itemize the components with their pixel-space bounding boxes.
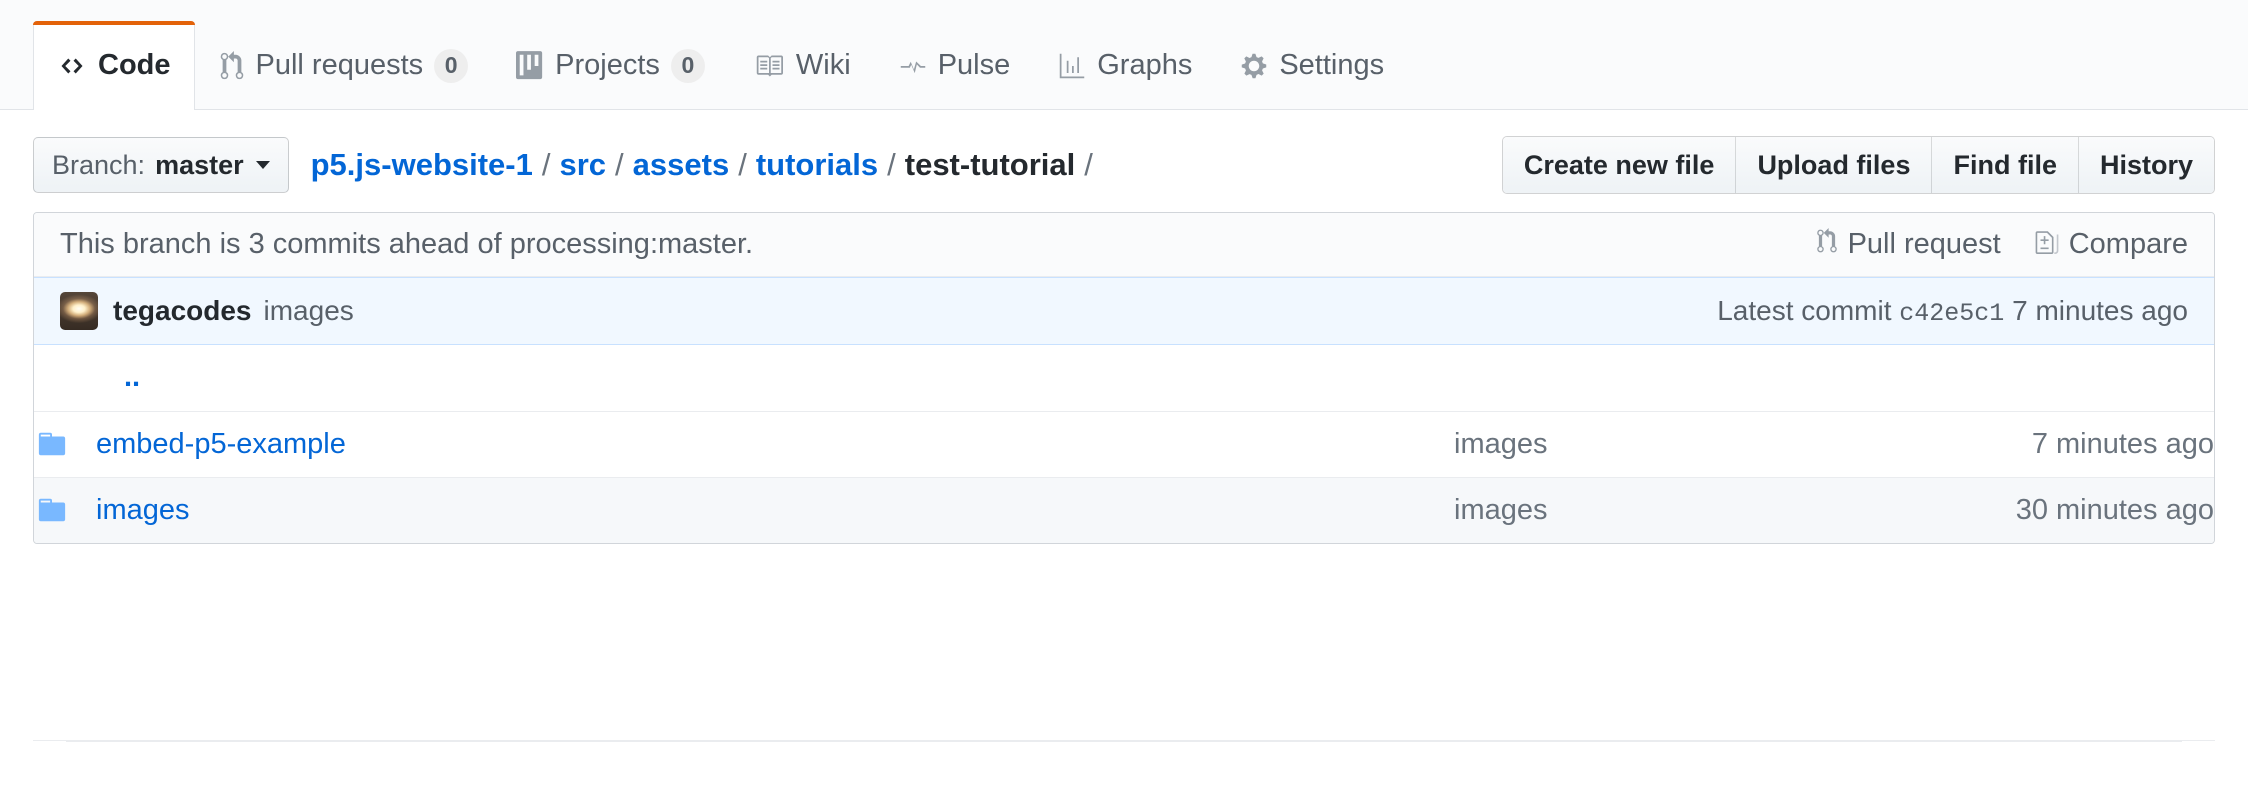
file-navigation-bar: Branch: master p5.js-website-1 / src / a… — [0, 110, 2248, 194]
tab-pulse-label: Pulse — [938, 49, 1011, 82]
empty-message-cell — [1454, 345, 1884, 411]
parent-directory-link[interactable]: .. — [124, 361, 140, 393]
table-row[interactable]: embed-p5-example images 7 minutes ago — [34, 411, 2214, 477]
folder-icon — [34, 495, 96, 525]
tab-pull-requests-label: Pull requests — [256, 49, 424, 82]
commit-message-link[interactable]: images — [264, 295, 354, 327]
projects-counter: 0 — [671, 49, 705, 83]
branch-prefix-label: Branch: — [52, 150, 145, 181]
tab-settings[interactable]: Settings — [1216, 21, 1408, 109]
folder-icon — [34, 429, 96, 459]
branch-name-label: master — [155, 150, 244, 181]
branch-status-bar: This branch is 3 commits ahead of proces… — [34, 213, 2214, 277]
commit-sha-link[interactable]: c42e5c1 — [1899, 299, 2004, 328]
breadcrumb-link-assets[interactable]: assets — [633, 147, 730, 183]
empty-age-cell — [1884, 345, 2214, 411]
pulse-icon — [899, 52, 927, 80]
tab-projects-label: Projects — [555, 49, 660, 82]
branch-select-button[interactable]: Branch: master — [33, 137, 289, 193]
tab-wiki[interactable]: Wiki — [729, 21, 875, 109]
git-pull-request-icon — [219, 51, 245, 81]
breadcrumb-repo-link[interactable]: p5.js-website-1 — [311, 147, 533, 183]
compare-link[interactable]: Compare — [2035, 228, 2188, 262]
file-commit-message: images — [1454, 411, 1884, 477]
latest-commit-row: tegacodes images Latest commit c42e5c1 7… — [34, 277, 2214, 345]
repo-nav-tabs: Code Pull requests 0 Projects 0 Wiki — [33, 0, 2248, 109]
breadcrumb-separator: / — [887, 147, 896, 183]
table-row[interactable]: images images 30 minutes ago — [34, 477, 2214, 543]
file-age: 30 minutes ago — [1884, 477, 2214, 543]
breadcrumb-separator: / — [615, 147, 624, 183]
gear-icon — [1240, 52, 1268, 80]
git-pull-request-icon — [1816, 228, 1838, 262]
commit-author-link[interactable]: tegacodes — [113, 295, 252, 327]
latest-commit-meta: Latest commit c42e5c1 7 minutes ago — [1717, 295, 2188, 328]
table-row[interactable]: .. — [34, 345, 2214, 411]
tab-wiki-label: Wiki — [796, 49, 851, 82]
file-age: 7 minutes ago — [1884, 411, 2214, 477]
repo-nav: Code Pull requests 0 Projects 0 Wiki — [0, 0, 2248, 110]
code-icon — [57, 54, 87, 78]
breadcrumb-separator: / — [1084, 147, 1093, 183]
chevron-down-icon — [256, 161, 270, 169]
breadcrumb: p5.js-website-1 / src / assets / tutoria… — [311, 147, 1102, 183]
compare-label: Compare — [2069, 228, 2188, 261]
parent-directory-cell: .. — [96, 345, 1454, 411]
tab-graphs-label: Graphs — [1097, 49, 1192, 82]
file-table: .. embed-p5-example images 7 minutes ago — [34, 345, 2214, 543]
bar-chart-icon — [1058, 52, 1086, 80]
page-divider — [33, 740, 2215, 742]
tab-graphs[interactable]: Graphs — [1034, 21, 1216, 109]
file-list-container: This branch is 3 commits ahead of proces… — [33, 212, 2215, 544]
create-new-file-button[interactable]: Create new file — [1503, 137, 1736, 193]
up-icon-cell — [34, 345, 96, 411]
tab-pull-requests[interactable]: Pull requests 0 — [195, 21, 493, 109]
project-board-icon — [516, 51, 544, 81]
latest-commit-label: Latest commit — [1717, 295, 1891, 326]
commit-age: 7 minutes ago — [2012, 295, 2188, 326]
tab-settings-label: Settings — [1279, 49, 1384, 82]
book-icon — [753, 52, 785, 80]
branch-status-text: This branch is 3 commits ahead of proces… — [60, 228, 753, 261]
file-actions-group: Create new file Upload files Find file H… — [1502, 136, 2215, 194]
upload-files-button[interactable]: Upload files — [1735, 137, 1931, 193]
file-commit-message: images — [1454, 477, 1884, 543]
file-link[interactable]: embed-p5-example — [96, 428, 346, 460]
breadcrumb-link-src[interactable]: src — [560, 147, 607, 183]
file-link[interactable]: images — [96, 494, 190, 526]
breadcrumb-current: test-tutorial — [905, 147, 1076, 183]
pull-request-link[interactable]: Pull request — [1816, 228, 2001, 262]
breadcrumb-separator: / — [542, 147, 551, 183]
tab-pulse[interactable]: Pulse — [875, 21, 1035, 109]
diff-icon — [2035, 228, 2059, 262]
tab-code-label: Code — [98, 49, 171, 82]
tab-code[interactable]: Code — [33, 21, 195, 109]
tab-projects[interactable]: Projects 0 — [492, 21, 729, 109]
pull-requests-counter: 0 — [434, 49, 468, 83]
pull-request-label: Pull request — [1848, 228, 2001, 261]
avatar — [60, 292, 98, 330]
find-file-button[interactable]: Find file — [1931, 137, 2078, 193]
breadcrumb-link-tutorials[interactable]: tutorials — [756, 147, 878, 183]
history-button[interactable]: History — [2078, 137, 2214, 193]
breadcrumb-separator: / — [738, 147, 747, 183]
